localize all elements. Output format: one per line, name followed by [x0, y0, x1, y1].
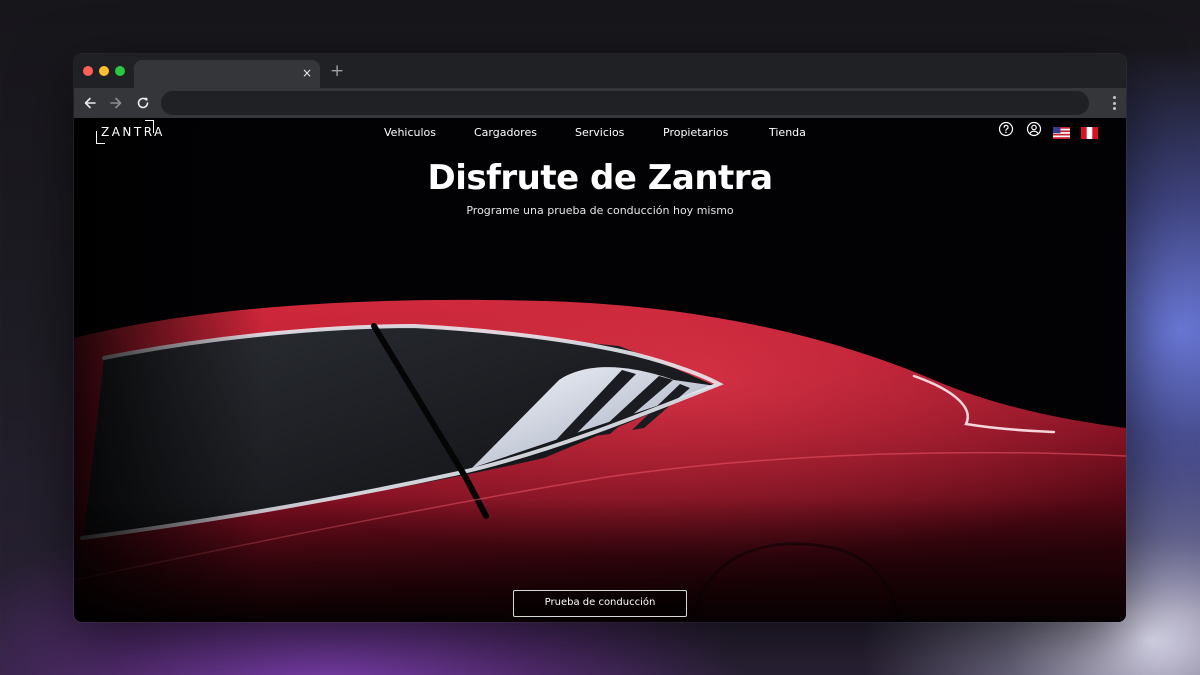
- site-header: ZANTRA Vehiculos Cargadores Servicios Pr…: [74, 118, 1126, 148]
- logo-text: ZANTRA: [101, 125, 165, 139]
- account-icon[interactable]: [1026, 121, 1042, 137]
- tab-strip: × +: [74, 54, 1126, 88]
- zantra-logo[interactable]: ZANTRA: [96, 120, 162, 144]
- reload-icon[interactable]: [133, 93, 153, 113]
- minimize-window-button[interactable]: [99, 66, 109, 76]
- browser-menu-icon[interactable]: [1112, 96, 1116, 110]
- nav-tienda[interactable]: Tienda: [769, 126, 806, 139]
- nav-cargadores[interactable]: Cargadores: [474, 126, 537, 139]
- nav-propietarios[interactable]: Propietarios: [663, 126, 728, 139]
- browser-toolbar: [74, 88, 1126, 118]
- hero-title: Disfrute de Zantra: [427, 158, 773, 198]
- help-icon[interactable]: [998, 121, 1014, 137]
- close-window-button[interactable]: [83, 66, 93, 76]
- maximize-window-button[interactable]: [115, 66, 125, 76]
- us-flag-icon[interactable]: [1053, 124, 1070, 139]
- hero-subtitle: Programe una prueba de conducción hoy mi…: [466, 204, 734, 217]
- nav-servicios[interactable]: Servicios: [575, 126, 624, 139]
- address-input[interactable]: [161, 91, 1089, 115]
- browser-tab[interactable]: ×: [134, 60, 320, 88]
- web-page: ZANTRA Vehiculos Cargadores Servicios Pr…: [74, 118, 1126, 622]
- peru-flag-icon[interactable]: [1081, 124, 1098, 139]
- back-icon[interactable]: [80, 93, 100, 113]
- address-bar[interactable]: [161, 91, 1089, 115]
- new-tab-button[interactable]: +: [330, 61, 344, 81]
- browser-window: × + ZANTRA Vehiculos Cargadores Servicio…: [74, 54, 1126, 622]
- nav-vehiculos[interactable]: Vehiculos: [384, 126, 436, 139]
- forward-icon[interactable]: [106, 93, 126, 113]
- test-drive-button[interactable]: Prueba de conducción: [513, 590, 687, 617]
- tab-close-icon[interactable]: ×: [302, 65, 312, 81]
